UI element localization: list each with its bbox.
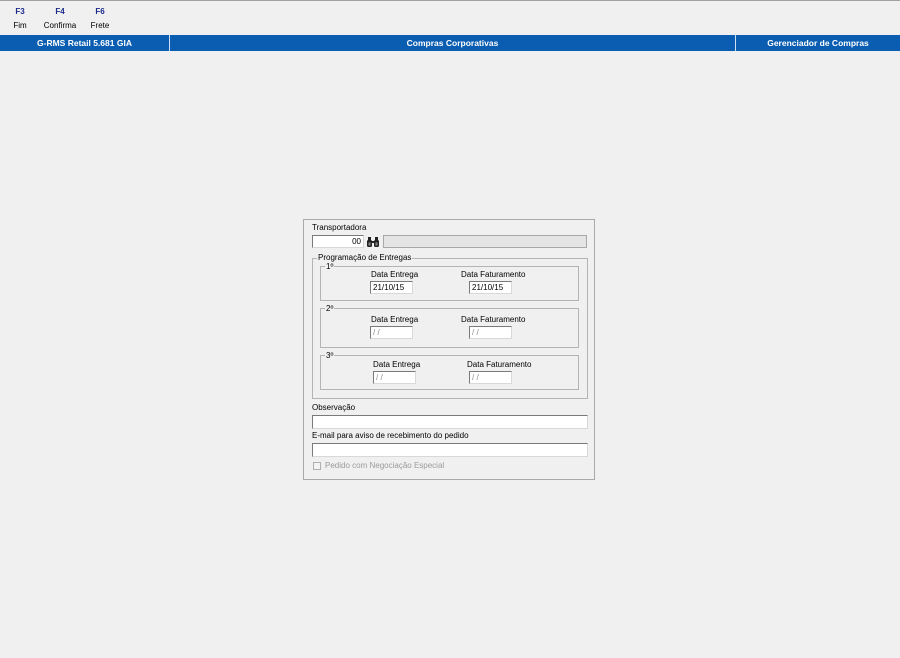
entrega-1-ordinal: 1º (325, 262, 335, 271)
f6-label: Frete (90, 21, 110, 30)
entrega-2-data-entrega-label: Data Entrega (371, 315, 419, 324)
screen-title: Gerenciador de Compras (767, 38, 869, 48)
entrega-2-data-faturamento-input[interactable]: / / (469, 326, 512, 339)
f4-key: F4 (55, 7, 65, 16)
app-version-title: G-RMS Retail 5.681 GIA (37, 38, 132, 48)
email-label: E-mail para aviso de recebimento do pedi… (312, 431, 469, 440)
entrega-3-data-entrega-label: Data Entrega (373, 360, 421, 369)
entrega-1-data-faturamento-label: Data Faturamento (461, 270, 526, 279)
observacao-label: Observação (312, 403, 356, 412)
binoculars-icon[interactable] (366, 236, 380, 248)
transportadora-code-input[interactable]: 00 (312, 235, 364, 248)
f4-label: Confirma (43, 21, 77, 30)
entrega-2-ordinal: 2º (325, 304, 335, 313)
f3-fim-button[interactable]: F3 Fim (6, 7, 34, 31)
f4-confirma-button[interactable]: F4 Confirma (40, 7, 80, 31)
title-bar: G-RMS Retail 5.681 GIA Compras Corporati… (0, 35, 900, 51)
negociacao-especial-label: Pedido com Negociação Especial (325, 461, 445, 470)
entrega-3-data-entrega-input[interactable]: / / (373, 371, 416, 384)
f6-frete-button[interactable]: F6 Frete (86, 7, 114, 31)
entrega-3-ordinal: 3º (325, 351, 335, 360)
programacao-entregas-label: Programação de Entregas (317, 253, 413, 262)
entrega-1-data-entrega-input[interactable]: 21/10/15 (370, 281, 413, 294)
entrega-dialog: Transportadora 00 Programação de Entrega… (303, 219, 595, 480)
top-border (0, 0, 900, 1)
entrega-3-data-faturamento-label: Data Faturamento (467, 360, 532, 369)
f3-key: F3 (15, 7, 25, 16)
entrega-2-data-entrega-input[interactable]: / / (370, 326, 413, 339)
entrega-1-data-entrega-label: Data Entrega (371, 270, 419, 279)
transportadora-label: Transportadora (312, 223, 367, 232)
entrega-2-group (320, 308, 579, 348)
email-input[interactable] (312, 443, 588, 457)
f3-label: Fim (13, 21, 27, 30)
module-title: Compras Corporativas (406, 38, 499, 48)
entrega-1-group (320, 266, 579, 301)
observacao-input[interactable] (312, 415, 588, 429)
negociacao-especial-checkbox[interactable] (313, 462, 321, 470)
entrega-1-data-faturamento-input[interactable]: 21/10/15 (469, 281, 512, 294)
entrega-3-data-faturamento-input[interactable]: / / (469, 371, 512, 384)
transportadora-name-field (383, 235, 587, 248)
entrega-3-group (320, 355, 579, 390)
f6-key: F6 (95, 7, 105, 16)
entrega-2-data-faturamento-label: Data Faturamento (461, 315, 526, 324)
